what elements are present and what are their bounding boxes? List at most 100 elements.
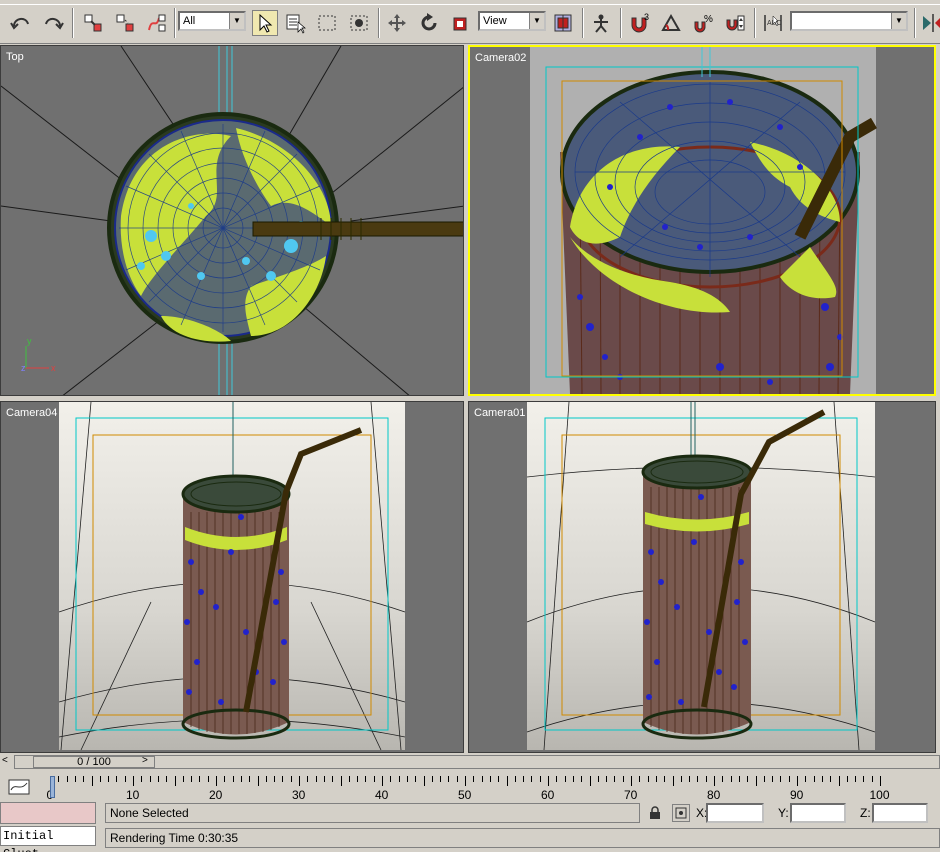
frame-tick	[614, 776, 616, 782]
redo-button[interactable]	[40, 10, 66, 36]
frame-tick	[157, 776, 159, 782]
track-bar[interactable]: 0102030405060708090100	[0, 772, 940, 802]
select-and-link-button[interactable]	[80, 10, 106, 36]
frame-tick	[108, 776, 110, 782]
spinner-snap-button[interactable]	[722, 10, 748, 36]
viewport-label[interactable]: Camera04	[6, 407, 57, 419]
frame-tick	[871, 776, 873, 782]
bind-space-warp-button[interactable]	[144, 10, 170, 36]
open-mini-curve-editor-button[interactable]	[8, 778, 30, 796]
frame-tick	[249, 776, 251, 782]
frame-tick	[880, 776, 881, 786]
camera04-scene	[1, 402, 463, 752]
snaps-toggle-button[interactable]: 3	[626, 10, 652, 36]
toolbar-separator	[914, 8, 916, 38]
percent-snap-button[interactable]: %	[690, 10, 716, 36]
frame-tick	[705, 776, 707, 782]
menu-strip	[0, 0, 940, 5]
frame-tick	[307, 776, 309, 782]
next-frame-button[interactable]: >	[142, 755, 148, 766]
frame-tick	[216, 776, 217, 786]
current-frame-marker[interactable]	[50, 776, 55, 798]
select-and-rotate-button[interactable]	[416, 10, 442, 36]
frame-tick	[74, 776, 76, 782]
frame-tick	[647, 776, 649, 782]
link-icon	[84, 14, 102, 32]
prev-frame-button[interactable]: <	[2, 755, 8, 766]
frame-tick	[514, 776, 516, 782]
frame-tick	[257, 776, 259, 786]
frame-tick	[523, 776, 525, 782]
frame-tick	[323, 776, 325, 782]
select-by-name-icon	[286, 14, 306, 34]
select-and-move-button[interactable]	[384, 10, 410, 36]
frame-tick	[738, 776, 740, 782]
angle-snap-button[interactable]	[658, 10, 684, 36]
viewport-label[interactable]: Top	[6, 51, 24, 63]
use-pivot-center-button[interactable]	[550, 10, 576, 36]
frame-tick	[664, 776, 666, 782]
frame-tick	[863, 776, 865, 782]
select-object-button[interactable]	[252, 10, 278, 36]
cursor-arrow-icon	[259, 13, 273, 33]
maxscript-mini-listener-top[interactable]	[0, 802, 96, 824]
frame-tick	[348, 776, 350, 782]
viewport-label[interactable]: Camera01	[474, 407, 525, 419]
snap-dimension-label: 3	[644, 12, 649, 22]
chevron-down-icon: ▼	[891, 13, 906, 29]
select-and-scale-button[interactable]	[448, 10, 474, 36]
reference-coordinate-dropdown[interactable]: View ▼	[478, 11, 546, 31]
selection-filter-dropdown[interactable]: All ▼	[178, 11, 246, 31]
named-selection-sets-dropdown[interactable]: ▼	[790, 11, 908, 31]
percent-snap-icon: %	[694, 14, 713, 33]
main-toolbar: All ▼ View ▼ 3 % ABC ▼	[0, 0, 940, 44]
frame-tick	[680, 776, 682, 782]
y-coordinate-field[interactable]	[790, 803, 846, 823]
frame-tick	[340, 776, 342, 786]
absolute-relative-toggle[interactable]	[672, 804, 690, 822]
edit-named-selection-button[interactable]: ABC	[760, 10, 786, 36]
frame-tick	[58, 776, 60, 782]
frame-tick	[855, 776, 857, 782]
frame-tick	[149, 776, 151, 782]
window-crossing-button[interactable]	[346, 10, 372, 36]
scale-icon	[453, 17, 467, 31]
frame-tick	[199, 776, 201, 782]
select-by-name-button[interactable]	[282, 10, 308, 36]
time-slider-track[interactable]: 0 / 100	[14, 755, 940, 769]
selection-lock-toggle[interactable]	[648, 806, 662, 820]
viewport-top[interactable]: Top y x z	[0, 45, 464, 396]
maxscript-mini-listener[interactable]: Initial Clust	[0, 826, 96, 852]
frame-tick	[755, 776, 757, 786]
toolbar-separator	[582, 8, 584, 38]
chevron-down-icon: ▼	[529, 13, 544, 29]
time-slider-thumb[interactable]: 0 / 100	[33, 756, 155, 768]
frame-tick	[838, 776, 840, 786]
frame-tick	[274, 776, 276, 782]
frame-tick	[763, 776, 765, 782]
mirror-button[interactable]	[918, 10, 940, 36]
angle-snap-icon	[661, 13, 681, 31]
frame-tick	[581, 776, 583, 782]
frame-tick	[689, 776, 691, 782]
frame-tick	[415, 776, 417, 782]
frame-tick	[282, 776, 284, 782]
frame-tick	[556, 776, 558, 782]
frame-tick	[191, 776, 193, 782]
viewport-area: Top y x z Camera02 Camera04 Camera01	[0, 45, 940, 753]
selection-region-button[interactable]	[314, 10, 340, 36]
frame-tick	[622, 776, 624, 782]
x-coordinate-field[interactable]	[706, 803, 764, 823]
viewport-camera02[interactable]: Camera02	[468, 45, 936, 396]
frame-tick	[116, 776, 118, 782]
viewport-camera01[interactable]: Camera01	[468, 401, 936, 753]
z-coordinate-field[interactable]	[872, 803, 928, 823]
viewport-label[interactable]: Camera02	[475, 52, 526, 64]
viewport-camera04[interactable]: Camera04	[0, 401, 464, 753]
frame-ruler[interactable]: 0102030405060708090100	[47, 776, 940, 802]
frame-tick	[390, 776, 392, 782]
undo-button[interactable]	[8, 10, 34, 36]
frame-tick	[99, 776, 101, 782]
manipulate-button[interactable]	[588, 10, 614, 36]
unlink-selection-button[interactable]	[112, 10, 138, 36]
